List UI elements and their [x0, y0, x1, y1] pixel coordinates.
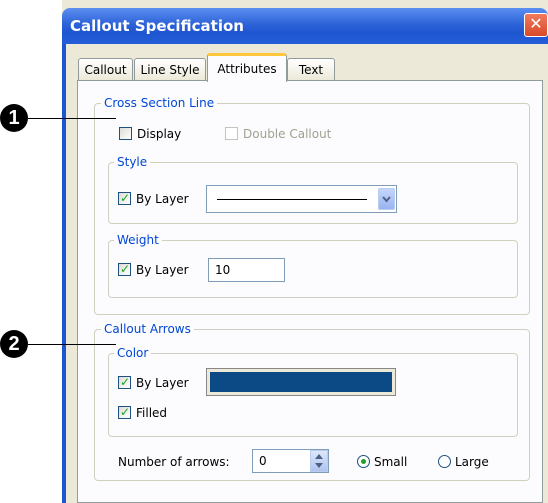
style-by-layer-checkbox[interactable]: ✓	[118, 191, 131, 205]
double-callout-label: Double Callout	[243, 127, 332, 141]
dialog-title: Callout Specification	[70, 17, 244, 35]
tab-text[interactable]: Text	[287, 58, 335, 80]
tab-attributes[interactable]: Attributes	[207, 53, 287, 82]
weight-input[interactable]: 10	[208, 258, 285, 282]
check-mark-icon: ✓	[120, 191, 131, 205]
weight-by-layer-checkbox[interactable]: ✓	[118, 262, 131, 276]
filled-checkbox[interactable]: ✓	[118, 405, 131, 419]
check-mark-icon: ✓	[120, 405, 131, 419]
check-mark-icon: ✓	[120, 375, 131, 389]
small-label: Small	[374, 455, 408, 469]
callout-2-leader-line	[28, 344, 116, 345]
callout-2-circle: 2	[0, 330, 28, 358]
color-by-layer-checkbox[interactable]: ✓	[118, 375, 131, 389]
chevron-up-icon[interactable]	[315, 454, 323, 459]
tab-callout[interactable]: Callout	[78, 58, 133, 80]
solid-line-preview	[217, 199, 367, 200]
tab-line-style[interactable]: Line Style	[134, 58, 206, 80]
double-callout-checkbox	[225, 127, 238, 140]
check-mark-icon: ✓	[120, 262, 131, 276]
radio-selected-dot	[361, 459, 366, 464]
color-by-layer-label: By Layer	[136, 376, 189, 390]
cross-section-line-legend: Cross Section Line	[101, 96, 218, 110]
weight-legend: Weight	[114, 233, 162, 247]
color-swatch	[210, 372, 392, 392]
callout-1-leader-line	[28, 118, 116, 119]
style-by-layer-label: By Layer	[136, 192, 189, 206]
callout-arrows-legend: Callout Arrows	[101, 322, 194, 336]
display-checkbox[interactable]	[119, 127, 132, 140]
color-button[interactable]	[206, 368, 396, 396]
close-button[interactable]: ✕	[524, 13, 548, 37]
window-frame-left	[62, 44, 66, 503]
filled-label: Filled	[136, 406, 168, 420]
style-legend: Style	[114, 155, 151, 169]
large-label: Large	[455, 455, 489, 469]
number-of-arrows-label: Number of arrows:	[118, 455, 230, 469]
weight-by-layer-label: By Layer	[136, 263, 189, 277]
callout-1-circle: 1	[0, 104, 28, 132]
chevron-down-icon[interactable]	[315, 463, 323, 468]
chevron-down-icon	[382, 196, 391, 203]
line-style-select[interactable]	[206, 185, 397, 213]
display-label: Display	[137, 127, 182, 141]
line-style-dropdown-button[interactable]	[378, 188, 395, 210]
large-radio[interactable]	[438, 455, 451, 468]
number-of-arrows-spinner[interactable]	[310, 450, 328, 472]
color-legend: Color	[114, 346, 152, 360]
small-radio[interactable]	[357, 455, 370, 468]
